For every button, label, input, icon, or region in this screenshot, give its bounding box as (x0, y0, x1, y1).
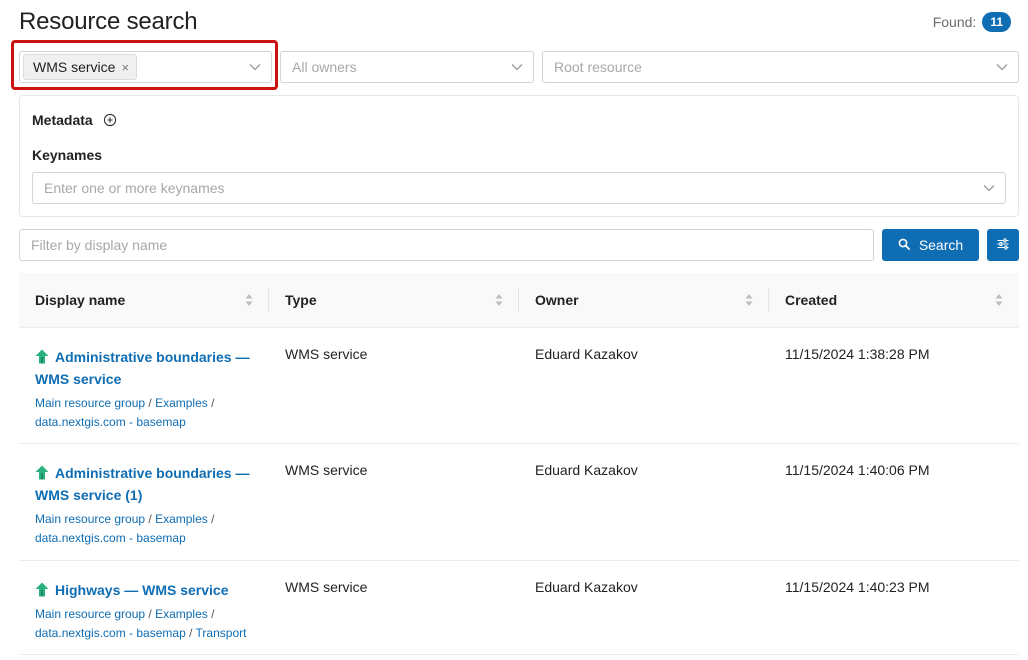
resource-name-line: WMS service (35, 371, 122, 387)
resource-name-line: Highways — WMS service (55, 582, 229, 598)
resource-breadcrumb: Main resource group / Examples / data.ne… (35, 607, 247, 640)
metadata-panel: Metadata Keynames Enter one or more keyn… (19, 95, 1019, 217)
owner-select-placeholder: All owners (292, 59, 357, 75)
wms-service-icon (35, 464, 49, 480)
column-header-label: Display name (35, 292, 126, 308)
breadcrumb-link[interactable]: Main resource group (35, 607, 145, 621)
cell-type: WMS service (285, 462, 368, 478)
breadcrumb-link[interactable]: Examples (155, 607, 208, 621)
resource-name-line: Administrative boundaries — (55, 465, 250, 481)
column-header-label: Owner (535, 292, 579, 308)
resource-type-select[interactable]: WMS service × (19, 51, 272, 83)
metadata-title: Metadata (32, 112, 93, 128)
root-resource-placeholder: Root resource (554, 59, 642, 75)
breadcrumb-link[interactable]: Transport (196, 626, 247, 640)
found-counter: Found: 11 (933, 12, 1011, 32)
column-header-label: Type (285, 292, 317, 308)
keynames-label: Keynames (32, 147, 103, 163)
breadcrumb-link[interactable]: Main resource group (35, 396, 145, 410)
chevron-down-icon (511, 61, 523, 73)
metadata-header: Metadata (32, 112, 117, 128)
breadcrumb-link[interactable]: data.nextgis.com - basemap (35, 531, 186, 545)
column-header-display-name[interactable]: Display name (19, 273, 269, 327)
resource-name-link[interactable]: Highways — WMS service (35, 579, 253, 601)
table-row: Highways — WMS service Main resource gro… (19, 561, 1019, 655)
page-title: Resource search (19, 8, 198, 35)
column-header-type[interactable]: Type (269, 273, 519, 327)
column-header-created[interactable]: Created (769, 273, 1019, 327)
root-resource-select[interactable]: Root resource (542, 51, 1019, 83)
cell-owner: Eduard Kazakov (535, 579, 638, 595)
results-table: Display name Type Owner Created Administ… (19, 273, 1019, 655)
sort-icon[interactable] (745, 293, 753, 307)
chevron-down-icon (249, 61, 261, 73)
cell-display-name: Administrative boundaries — WMS service … (19, 328, 269, 443)
plus-circle-icon[interactable] (103, 113, 117, 127)
sort-icon[interactable] (495, 293, 503, 307)
resource-name-link[interactable]: Administrative boundaries — WMS service (35, 346, 253, 390)
resource-name-line: WMS service (1) (35, 487, 143, 503)
search-button-label: Search (918, 237, 964, 253)
cell-owner: Eduard Kazakov (535, 346, 638, 362)
cell-type: WMS service (285, 579, 368, 595)
cell-created: 11/15/2024 1:38:28 PM (785, 346, 930, 362)
chevron-down-icon (996, 61, 1008, 73)
column-header-label: Created (785, 292, 838, 308)
resource-breadcrumb: Main resource group / Examples / data.ne… (35, 396, 215, 429)
resource-name-link[interactable]: Administrative boundaries — WMS service … (35, 462, 253, 506)
table-row: Administrative boundaries — WMS service … (19, 444, 1019, 561)
tag-remove-icon[interactable]: × (121, 61, 129, 74)
search-icon (898, 237, 910, 253)
breadcrumb-link[interactable]: Main resource group (35, 512, 145, 526)
cell-created: 11/15/2024 1:40:23 PM (785, 579, 930, 595)
owner-select[interactable]: All owners (280, 51, 534, 83)
cell-display-name: Highways — WMS service Main resource gro… (19, 561, 269, 654)
resource-type-tag: WMS service × (23, 54, 138, 80)
chevron-down-icon (983, 182, 995, 194)
breadcrumb-link[interactable]: data.nextgis.com - basemap (35, 415, 186, 429)
resource-breadcrumb: Main resource group / Examples / data.ne… (35, 512, 215, 545)
found-label: Found: (932, 14, 977, 30)
wms-service-icon (35, 581, 49, 597)
cell-display-name: Administrative boundaries — WMS service … (19, 444, 269, 560)
breadcrumb-link[interactable]: data.nextgis.com - basemap (35, 626, 186, 640)
cell-type: WMS service (285, 346, 368, 362)
table-header: Display name Type Owner Created (19, 273, 1019, 328)
resource-type-tag-label: WMS service (33, 59, 116, 75)
sort-icon[interactable] (995, 293, 1003, 307)
column-header-owner[interactable]: Owner (519, 273, 769, 327)
table-row: Administrative boundaries — WMS service … (19, 328, 1019, 444)
cell-created: 11/15/2024 1:40:06 PM (785, 462, 930, 478)
breadcrumb-link[interactable]: Examples (155, 396, 208, 410)
found-count-badge: 11 (982, 12, 1011, 32)
breadcrumb-link[interactable]: Examples (155, 512, 208, 526)
search-button[interactable]: Search (882, 229, 979, 261)
resource-name-line: Administrative boundaries — (55, 349, 250, 365)
settings-button[interactable] (987, 229, 1019, 261)
cell-owner: Eduard Kazakov (535, 462, 638, 478)
keynames-placeholder: Enter one or more keynames (44, 180, 225, 196)
sort-icon[interactable] (245, 293, 253, 307)
keynames-select[interactable]: Enter one or more keynames (32, 172, 1006, 204)
sliders-icon (996, 237, 1010, 254)
wms-service-icon (35, 348, 49, 364)
display-name-filter-input[interactable] (19, 229, 874, 261)
